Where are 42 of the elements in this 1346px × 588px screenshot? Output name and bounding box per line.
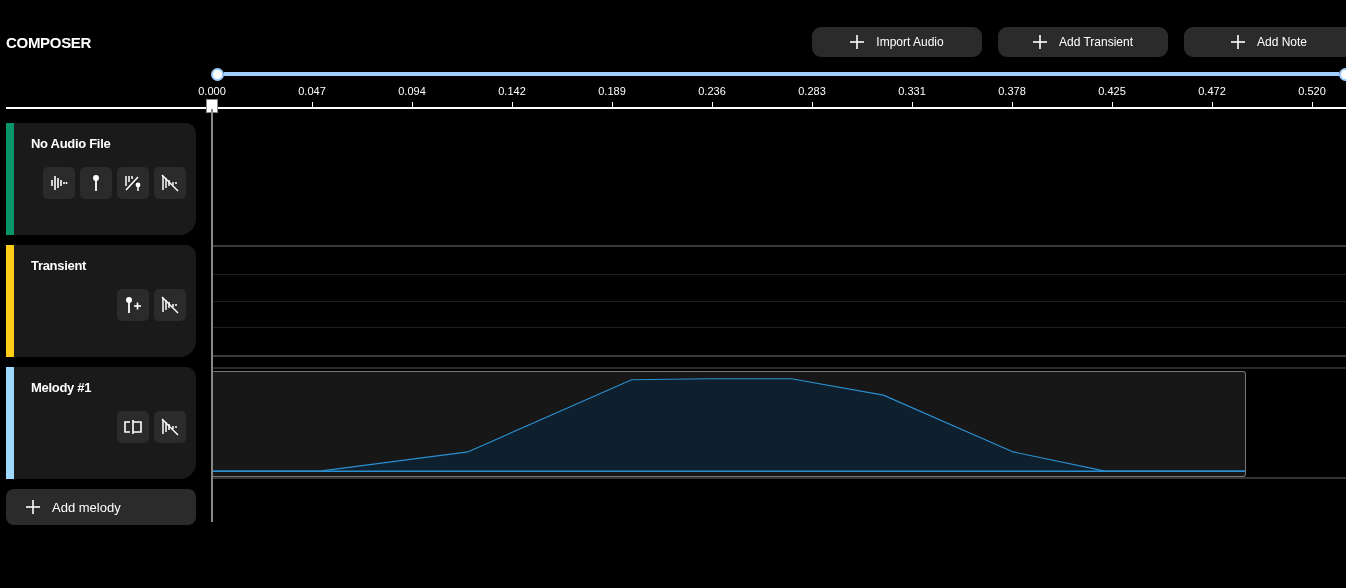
time-label: 0.000 [198, 84, 226, 98]
time-label: 0.425 [1098, 84, 1126, 98]
track-name: Transient [31, 258, 88, 274]
app-title: COMPOSER [6, 33, 92, 51]
time-label: 0.047 [298, 84, 326, 98]
action-button[interactable]: Add Note [1184, 27, 1346, 57]
bars-pin-icon [124, 174, 142, 192]
add-melody-button[interactable]: Add melody [6, 489, 196, 525]
plus-icon [850, 35, 865, 49]
time-label: 0.142 [498, 84, 526, 98]
time-label: 0.520 [1298, 84, 1326, 98]
plus-icon [26, 500, 40, 514]
waveform-icon [50, 174, 68, 192]
melody-clip[interactable] [212, 371, 1246, 477]
tool-button[interactable] [117, 167, 149, 199]
pin-plus-icon [124, 296, 142, 314]
time-label: 0.378 [998, 84, 1026, 98]
time-label: 0.236 [698, 84, 726, 98]
range-slider[interactable] [211, 68, 1346, 80]
time-label: 0.331 [898, 84, 926, 98]
tool-button[interactable] [154, 167, 186, 199]
time-label: 0.189 [598, 84, 626, 98]
time-label: 0.472 [1198, 84, 1226, 98]
time-label: 0.283 [798, 84, 826, 98]
tool-button[interactable] [43, 167, 75, 199]
time-label: 0.094 [398, 84, 426, 98]
plus-icon [1230, 35, 1245, 49]
tool-button[interactable] [117, 411, 149, 443]
tool-button[interactable] [80, 167, 112, 199]
waveform-off-icon [161, 418, 179, 436]
waveform-off-icon [161, 296, 179, 314]
tool-button[interactable] [154, 289, 186, 321]
action-button[interactable]: Add Transient [998, 27, 1168, 57]
split-icon [123, 418, 143, 436]
playhead-handle[interactable] [206, 99, 218, 113]
waveform-off-icon [161, 174, 179, 192]
action-button[interactable]: Import Audio [812, 27, 982, 57]
tool-button[interactable] [154, 411, 186, 443]
track-name: Melody #1 [31, 380, 93, 396]
track-name: No Audio File [31, 136, 112, 152]
tool-button[interactable] [117, 289, 149, 321]
plus-icon [1032, 35, 1047, 49]
